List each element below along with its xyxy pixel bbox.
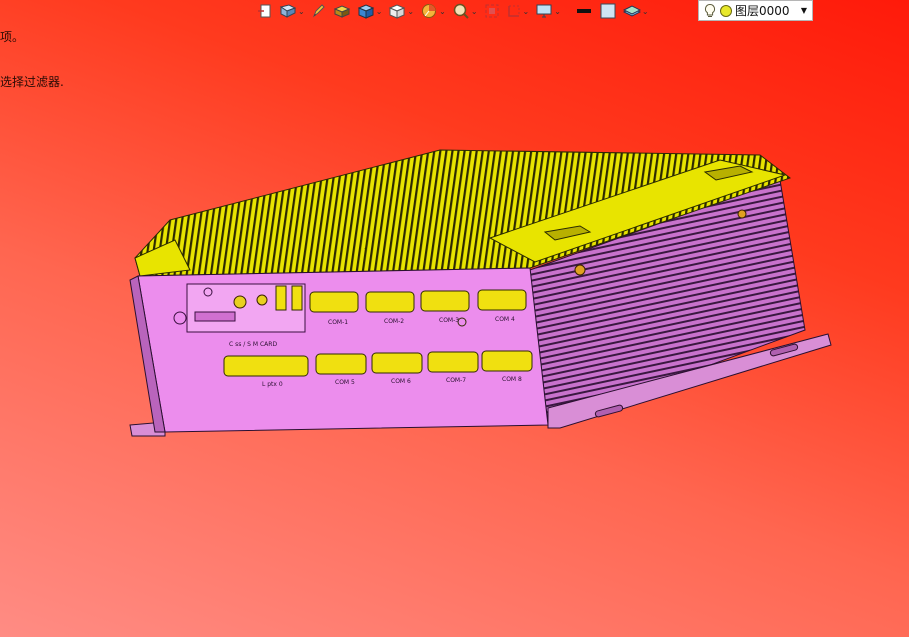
lpt-port	[223, 355, 309, 377]
port-label: COM 5	[335, 379, 355, 386]
com-port-7	[427, 351, 479, 373]
port-label: COM-3	[439, 317, 459, 324]
port-label: COM 4	[495, 316, 515, 323]
port-label: L ptx 0	[262, 381, 283, 388]
com-port-4	[477, 289, 527, 311]
com-port-8	[481, 350, 533, 372]
port-label: COM 6	[391, 378, 411, 385]
com-port-3	[420, 290, 470, 312]
port-label: COM-1	[328, 319, 348, 326]
com-port-5	[315, 353, 367, 375]
card-slot-label: C ss / S M CARD	[229, 341, 277, 348]
port-label: COM-2	[384, 318, 404, 325]
cad-model-viewport[interactable]: C ss / S M CARD COM-1 COM-2 COM-3 COM 4 …	[0, 0, 909, 637]
com-port-6	[371, 352, 423, 374]
port-label: COM-7	[446, 377, 466, 384]
port-label: COM 8	[502, 376, 522, 383]
com-port-1	[309, 291, 359, 313]
com-port-2	[365, 291, 415, 313]
